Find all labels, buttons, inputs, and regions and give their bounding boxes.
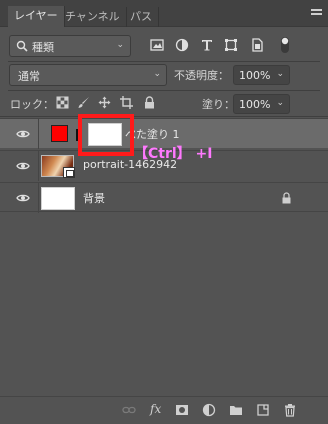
divider [8,61,320,62]
tab-layers[interactable]: レイヤー [8,6,65,27]
opacity-value: 100% [239,69,271,82]
blend-mode-value: 通常 [18,70,40,83]
lock-label: ロック： [10,98,54,111]
trash-icon[interactable] [283,403,297,417]
add-mask-icon[interactable] [175,403,189,417]
artboard-lock-icon[interactable] [120,96,133,109]
adjustment-layer-filter-icon[interactable] [175,38,189,52]
opacity-field[interactable]: 100% ⌄ [233,65,290,85]
shortcut-annotation: 【Ctrl】 +I [134,146,213,162]
smart-object-filter-icon[interactable] [250,38,264,52]
highlight-box [78,114,134,156]
blend-mode-select[interactable]: 通常 ⌄ [9,64,167,86]
eye-icon[interactable] [16,161,30,171]
eye-icon[interactable] [16,193,30,203]
shape-layer-filter-icon[interactable] [224,38,238,52]
tab-paths[interactable]: パス [124,7,159,27]
lock-icon[interactable] [281,192,292,204]
chevron-down-icon: ⌄ [153,69,161,79]
layer-name[interactable]: 背景 [83,190,105,206]
new-adjustment-layer-icon[interactable] [202,403,216,417]
chevron-down-icon: ⌄ [276,98,284,108]
new-layer-icon[interactable] [256,403,270,417]
filter-toggle-icon[interactable] [280,36,290,54]
layer-thumbnail[interactable] [41,187,75,210]
brush-icon[interactable] [77,96,90,109]
pixel-layer-filter-icon[interactable] [150,38,164,52]
layers-panel: レイヤー チャンネル パス 種類 ⌄ 通常 ⌄ 不透明度： 100% ⌄ ロック… [0,0,328,424]
tab-channels[interactable]: チャンネル [59,7,127,27]
filter-kind-select[interactable]: 種類 ⌄ [9,35,131,57]
divider [8,90,320,91]
link-layers-icon[interactable] [122,403,136,417]
move-icon[interactable] [98,96,111,109]
filter-kind-label: 種類 [32,41,54,54]
bottom-toolbar: fx [0,396,328,424]
layer-row-background[interactable]: 背景 [0,182,328,213]
lock-all-icon[interactable] [143,96,156,109]
divider [0,116,328,117]
chevron-down-icon: ⌄ [276,69,284,79]
lock-transparency-icon[interactable] [56,96,69,109]
search-icon [16,40,28,52]
fill-color-swatch[interactable] [51,125,68,142]
layer-style-button[interactable]: fx [150,402,161,416]
opacity-label: 不透明度： [174,69,229,82]
chevron-down-icon: ⌄ [116,40,124,50]
eye-icon[interactable] [16,129,30,139]
new-group-folder-icon[interactable] [229,403,243,417]
panel-menu-icon[interactable] [311,9,322,18]
tab-bar: レイヤー チャンネル パス [0,0,328,27]
fill-value: 100% [239,98,271,111]
smart-object-icon [63,167,75,178]
type-layer-filter-icon[interactable] [200,38,214,52]
fill-field[interactable]: 100% ⌄ [233,94,290,114]
fill-label: 塗り： [202,98,235,111]
